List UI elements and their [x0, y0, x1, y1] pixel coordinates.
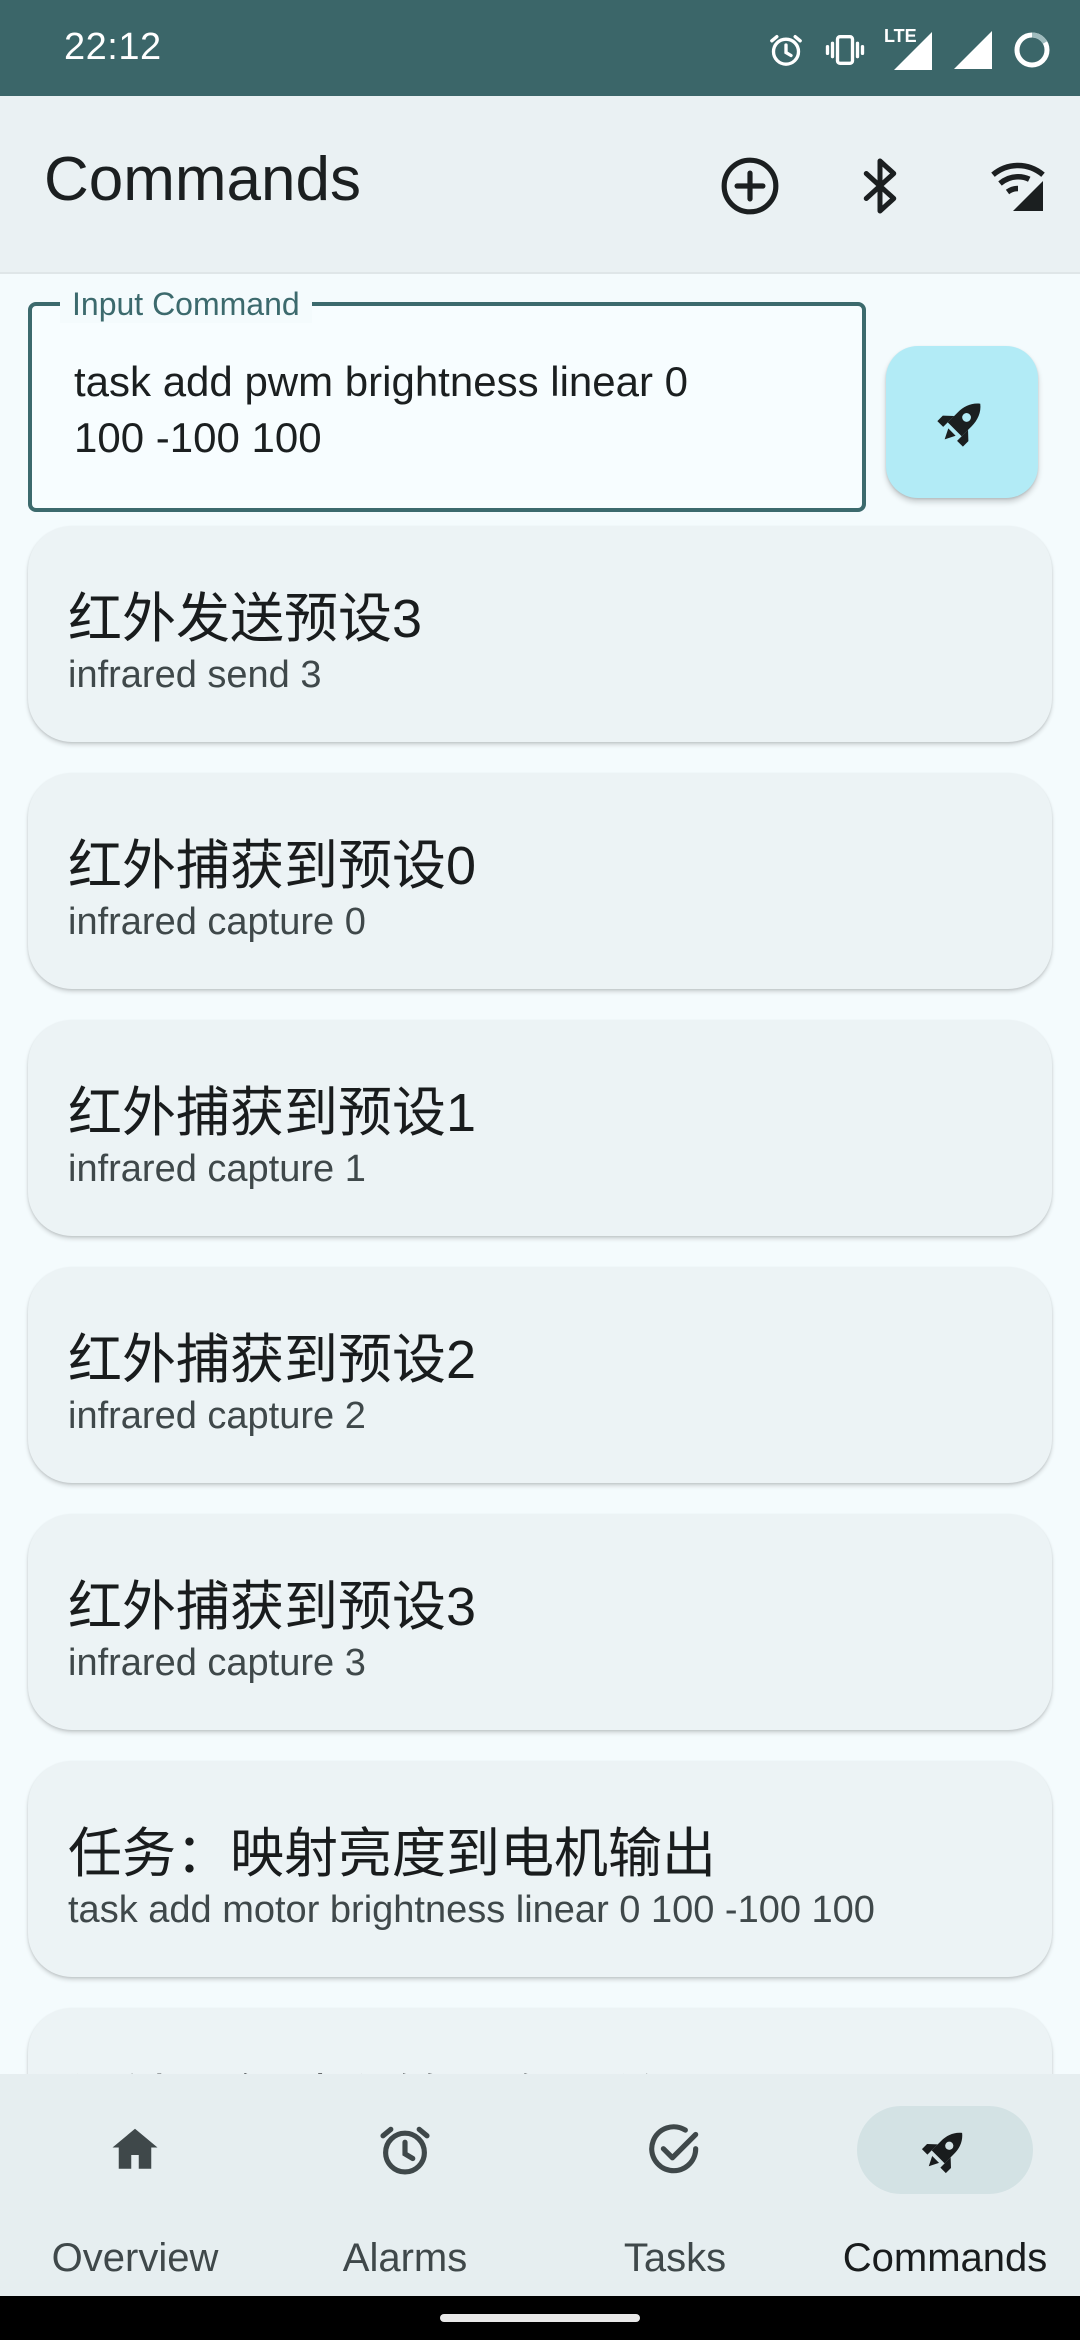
- send-command-button[interactable]: [886, 346, 1038, 498]
- command-list[interactable]: 红外发送预设3 infrared send 3 红外捕获到预设0 infrare…: [0, 524, 1080, 2074]
- rocket-icon: [937, 403, 981, 447]
- lte-signal-icon: LTE: [884, 26, 934, 74]
- command-title: 红外捕获到预设0: [68, 836, 477, 896]
- nav-item-overview[interactable]: Overview: [0, 2074, 270, 2296]
- command-title: 红外捕获到预设2: [68, 1330, 477, 1390]
- command-text: infrared capture 3: [68, 1642, 366, 1684]
- nav-label: Alarms: [342, 2236, 468, 2280]
- gesture-handle[interactable]: [440, 2314, 640, 2322]
- bluetooth-icon: [863, 158, 897, 214]
- page-title: Commands: [44, 145, 361, 214]
- command-input-label: Input Command: [60, 286, 312, 323]
- home-icon: [112, 2128, 158, 2169]
- command-text: infrared send 3: [68, 654, 322, 696]
- wifi-off-icon: [991, 162, 1045, 211]
- top-app-bar: Commands: [0, 96, 1080, 274]
- nav-label: Overview: [51, 2236, 219, 2280]
- command-title: 红外捕获到预设1: [68, 1083, 477, 1143]
- command-text: task add motor brightness linear 0 100 -…: [68, 1889, 875, 1931]
- nav-pill: [47, 2106, 223, 2194]
- add-circle-icon: [721, 157, 779, 215]
- nav-label: Commands: [842, 2236, 1048, 2280]
- command-card[interactable]: 红外捕获到预设3 infrared capture 3: [28, 1514, 1052, 1730]
- nav-label: Tasks: [623, 2236, 727, 2280]
- command-input[interactable]: Input Command task add pwm brightness li…: [28, 286, 866, 512]
- status-bar: 22:12 LTE: [0, 0, 1080, 96]
- vibrate-icon: [824, 30, 866, 70]
- nav-item-tasks[interactable]: Tasks: [540, 2074, 810, 2296]
- wifi-status-button[interactable]: [978, 146, 1058, 226]
- status-icons: LTE: [766, 22, 1052, 78]
- command-card[interactable]: 红外发送预设3 infrared send 3: [28, 526, 1052, 742]
- command-input-value[interactable]: task add pwm brightness linear 0 100 -10…: [74, 354, 822, 466]
- alarm-icon: [380, 2126, 430, 2175]
- bluetooth-button[interactable]: [840, 146, 920, 226]
- alarm-icon: [766, 30, 806, 70]
- status-time: 22:12: [64, 26, 162, 68]
- command-title: 任务：映射亮度到电机输出: [68, 1824, 716, 1884]
- command-card[interactable]: 红外捕获到预设1 infrared capture 1: [28, 1020, 1052, 1236]
- add-command-button[interactable]: [710, 146, 790, 226]
- nav-pill: [317, 2106, 493, 2194]
- command-title: 红外发送预设3: [68, 589, 423, 649]
- command-card[interactable]: 红外捕获到预设2 infrared capture 2: [28, 1267, 1052, 1483]
- command-text: infrared capture 2: [68, 1395, 366, 1437]
- command-card[interactable]: 闹钟：每秒翻转一次开关: [28, 2008, 1052, 2074]
- command-card[interactable]: 红外捕获到预设0 infrared capture 0: [28, 773, 1052, 989]
- rocket-icon: [921, 2132, 963, 2174]
- nav-pill-active: [857, 2106, 1033, 2194]
- command-title: 闹钟：每秒翻转一次开关: [68, 2056, 662, 2074]
- command-title: 红外捕获到预设3: [68, 1577, 477, 1637]
- bottom-navigation: Overview Alarms Tasks Commands: [0, 2074, 1080, 2296]
- command-card[interactable]: 任务：映射亮度到电机输出 task add motor brightness l…: [28, 1761, 1052, 1977]
- nav-pill: [587, 2106, 763, 2194]
- gesture-navigation-bar: [0, 2296, 1080, 2340]
- battery-icon: [1012, 30, 1052, 70]
- signal-icon: [952, 29, 994, 71]
- nav-item-alarms[interactable]: Alarms: [270, 2074, 540, 2296]
- nav-item-commands[interactable]: Commands: [810, 2074, 1080, 2296]
- command-text: infrared capture 1: [68, 1148, 366, 1190]
- command-text: infrared capture 0: [68, 901, 366, 943]
- check-circle-icon: [649, 2124, 699, 2174]
